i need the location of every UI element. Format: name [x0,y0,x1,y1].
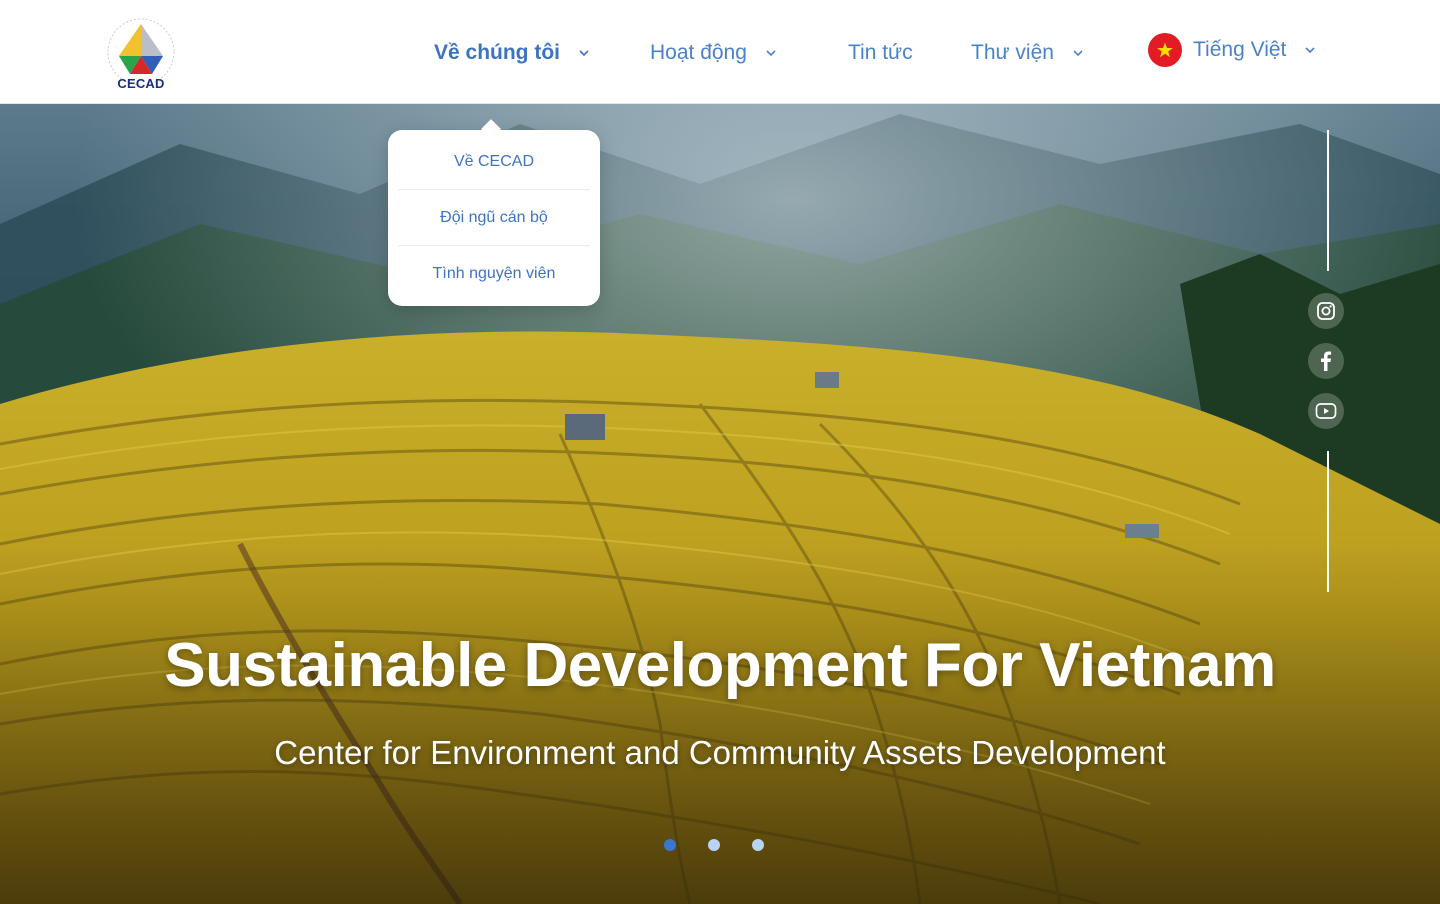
chevron-down-icon [1305,47,1315,54]
facebook-icon [1321,351,1332,371]
menu-item-about-cecad[interactable]: Về CECAD [398,134,590,190]
nav-library-label: Thư viện [971,41,1054,64]
menu-item-staff[interactable]: Đội ngũ cán bộ [398,190,590,246]
hero-subtitle: Center for Environment and Community Ass… [274,734,1166,771]
chevron-down-icon [766,50,776,57]
nav-news-label: Tin tức [848,41,913,64]
slide-dot-2[interactable] [708,839,720,851]
youtube-icon [1315,403,1337,419]
nav-news[interactable]: Tin tức [848,38,913,68]
social-divider-top [1327,130,1329,271]
rice-terrace-landscape-image [0,104,1440,904]
nav-activities[interactable]: Hoạt động [650,38,777,68]
facebook-link[interactable] [1308,343,1344,379]
instagram-icon [1317,302,1335,320]
youtube-link[interactable] [1308,393,1344,429]
vietnam-flag-icon [1148,33,1182,67]
instagram-link[interactable] [1308,293,1344,329]
language-selector[interactable]: Tiếng Việt [1148,33,1316,67]
language-label: Tiếng Việt [1193,38,1287,61]
about-dropdown-menu: Về CECAD Đội ngũ cán bộ Tình nguyện viên [388,119,600,306]
slide-dot-1[interactable] [664,839,676,851]
menu-item-volunteers[interactable]: Tình nguyện viên [398,246,590,302]
nav-library[interactable]: Thư viện [971,38,1084,68]
nav-activities-label: Hoạt động [650,41,747,64]
chevron-down-icon [1073,50,1083,57]
logo-text: CECAD [117,76,165,91]
nav-about-label: Về chúng tôi [434,41,560,64]
chevron-down-icon [579,50,589,57]
logo[interactable]: CECAD [0,0,200,103]
social-divider-bottom [1327,451,1329,592]
hero-banner: Sustainable Development For Vietnam Cent… [0,104,1440,904]
slider-pagination [664,839,764,851]
slide-dot-3[interactable] [752,839,764,851]
hero-title: Sustainable Development For Vietnam [164,631,1276,700]
nav-about[interactable]: Về chúng tôi [434,38,590,68]
site-header: CECAD Về chúng tôi Hoạt động Tin tức Thư… [0,0,1440,104]
